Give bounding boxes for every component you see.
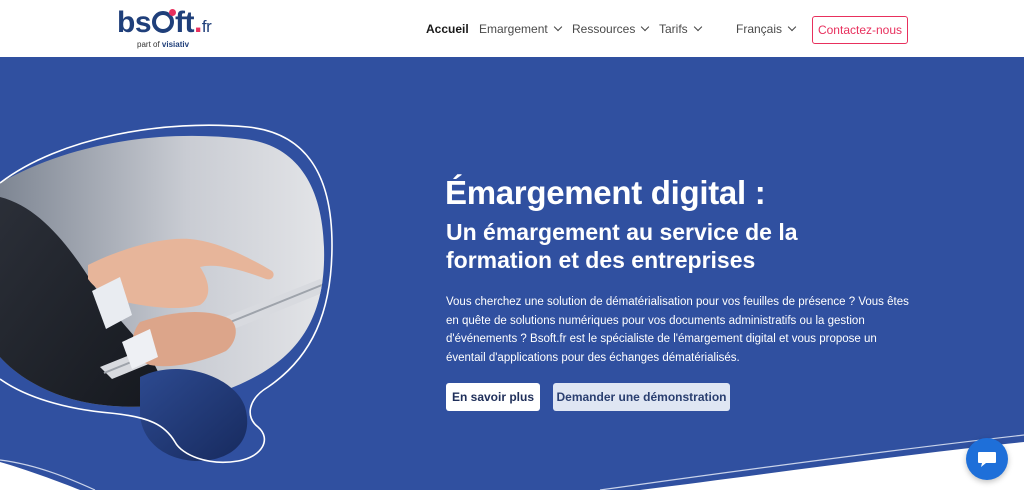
chat-bubble-icon bbox=[978, 452, 996, 467]
hero-title: Émargement digital : bbox=[445, 174, 766, 211]
nav-label: Accueil bbox=[426, 21, 469, 36]
chevron-down-icon bbox=[787, 22, 797, 31]
language-selector[interactable]: Français bbox=[736, 21, 797, 36]
hero-section: Émargement digital : Un émargement au se… bbox=[0, 57, 1024, 490]
nav-item-tarifs[interactable]: Tarifs bbox=[659, 21, 702, 36]
hero-subtitle: Un émargement au service de la formation… bbox=[446, 219, 798, 273]
logo-tagline: part of visiativ bbox=[137, 40, 190, 49]
request-demo-button[interactable]: Demander une démonstration bbox=[553, 383, 730, 411]
nav-label: Tarifs bbox=[659, 21, 688, 36]
hero-description: Vous cherchez une solution de dématérial… bbox=[446, 296, 909, 364]
logo-o-ring bbox=[152, 9, 177, 33]
nav-label: Ressources bbox=[572, 21, 636, 36]
nav-item-ressources[interactable]: Ressources bbox=[572, 21, 650, 36]
main-nav: Accueil bbox=[426, 0, 469, 57]
chevron-down-icon bbox=[641, 22, 650, 31]
nav-item-accueil[interactable]: Accueil bbox=[426, 22, 469, 36]
language-selector-wrap: Français bbox=[736, 0, 797, 57]
language-label: Français bbox=[736, 21, 783, 36]
nav-item-emargement[interactable]: Emargement bbox=[479, 21, 562, 36]
learn-more-button[interactable]: En savoir plus bbox=[446, 383, 540, 411]
site-header: bs ft.fr part of visiativ Accueil Emargem… bbox=[0, 0, 1024, 57]
nav-tarifs-wrap: Tarifs bbox=[659, 0, 702, 57]
chat-launcher-button[interactable] bbox=[966, 438, 1008, 480]
bsoft-logo[interactable]: bs ft.fr part of visiativ bbox=[117, 8, 227, 52]
contact-button[interactable]: Contactez-nous bbox=[812, 16, 908, 44]
logo-wordmark: bs ft.fr bbox=[117, 6, 212, 39]
chevron-down-icon bbox=[553, 22, 562, 31]
nav-label: Emargement bbox=[479, 21, 548, 36]
nav-emargement-wrap: Emargement bbox=[479, 0, 562, 57]
nav-ressources-wrap: Ressources bbox=[572, 0, 650, 57]
chevron-down-icon bbox=[693, 22, 702, 31]
